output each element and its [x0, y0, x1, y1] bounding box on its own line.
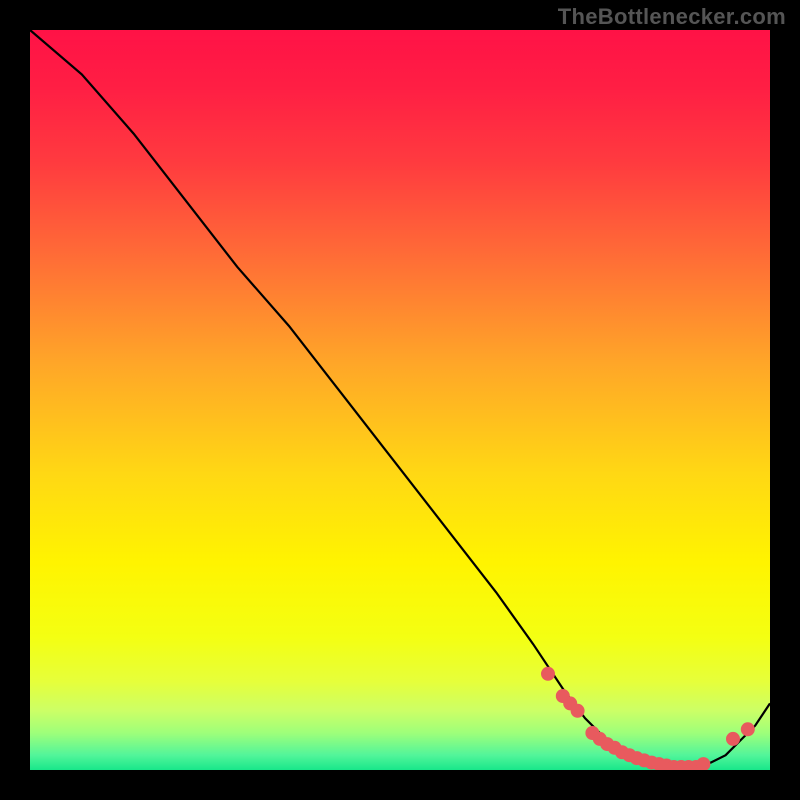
chart-svg — [30, 30, 770, 770]
chart-stage: TheBottlenecker.com — [0, 0, 800, 800]
plot-area — [30, 30, 770, 770]
curve-marker — [541, 667, 555, 681]
curve-marker — [726, 732, 740, 746]
watermark-text: TheBottlenecker.com — [558, 4, 786, 30]
gradient-background — [30, 30, 770, 770]
curve-marker — [571, 704, 585, 718]
curve-marker — [741, 722, 755, 736]
